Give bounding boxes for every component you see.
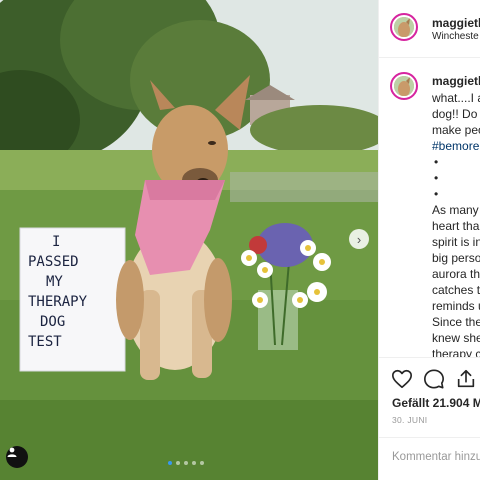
avatar[interactable] [390, 72, 418, 100]
caption-username[interactable]: maggiethe [432, 74, 480, 88]
caption-line: heart tha [432, 219, 480, 233]
sign-line: TEST [28, 334, 62, 350]
user-tag-button[interactable] [6, 446, 28, 468]
comment-input[interactable]: Kommentar hinzu [392, 451, 480, 463]
carousel-dot [176, 461, 180, 465]
caption-line: make peo [432, 123, 480, 137]
post-side-panel: maggiethe Wincheste maggiethe what....I … [378, 0, 480, 480]
caption-line: • [434, 171, 439, 185]
caption-line: Since the [432, 315, 480, 329]
post-photo[interactable]: I PASSED MY THERAPY DOG TEST › [0, 0, 378, 480]
carousel-dots [168, 461, 204, 465]
sign-line: DOG [40, 314, 66, 330]
caption-line: reminds u [432, 299, 480, 313]
user-tag-icon [7, 447, 17, 457]
sign-line: I [52, 234, 61, 250]
caption-line: • [434, 187, 439, 201]
caption-line: As many [432, 203, 479, 217]
caption-line: knew she [432, 331, 480, 345]
header-location[interactable]: Wincheste [432, 31, 479, 42]
avatar[interactable] [390, 13, 418, 41]
carousel-dot [184, 461, 188, 465]
sign-line: MY [46, 274, 63, 290]
comment-box: Kommentar hinzu [379, 437, 480, 480]
caption-line: therapy c [432, 347, 480, 357]
next-photo-button[interactable]: › [349, 229, 369, 249]
caption-line: catches t [432, 283, 480, 297]
caption-line: big perso [432, 251, 480, 265]
sign-text: I PASSED MY THERAPY DOG TEST [20, 232, 125, 352]
action-bar: Gefällt 21.904 M 30. JUNI [379, 357, 480, 438]
header-username[interactable]: maggiethe [432, 16, 480, 30]
sign-line: PASSED [28, 254, 79, 270]
post-header: maggiethe Wincheste [379, 0, 480, 58]
caption-line: spirit is in [432, 235, 480, 249]
heart-icon[interactable] [391, 368, 413, 390]
share-icon[interactable] [455, 368, 477, 390]
carousel-dot [192, 461, 196, 465]
chevron-right-icon: › [356, 231, 362, 247]
hashtag-link[interactable]: #bemore [432, 138, 480, 154]
caption-line: • [434, 155, 439, 169]
carousel-dot [200, 461, 204, 465]
caption-line: dog!! Do [432, 107, 478, 121]
comment-icon[interactable] [423, 368, 445, 390]
carousel-dot [168, 461, 172, 465]
caption-line: what....I a [432, 91, 480, 105]
caption-text: what....I a dog!! Do make peo #bemore • • • As … [432, 90, 480, 357]
caption-line: aurora th [432, 267, 480, 281]
sign-line: THERAPY [28, 294, 88, 310]
post-date: 30. JUNI [392, 415, 428, 425]
likes-count[interactable]: Gefällt 21.904 M [392, 396, 480, 410]
caption-area: maggiethe what....I a dog!! Do make peo#be… [379, 57, 480, 357]
